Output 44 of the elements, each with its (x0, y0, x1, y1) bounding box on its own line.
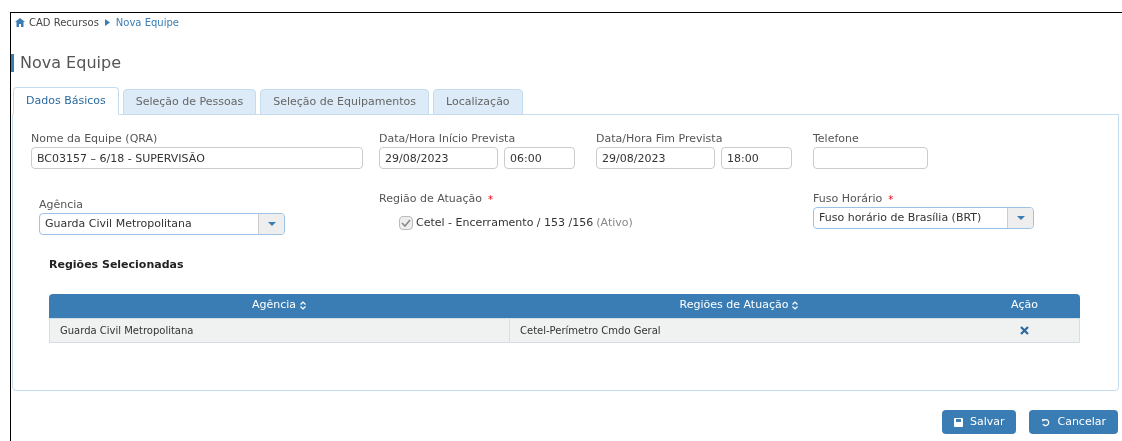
tab[interactable]: Seleção de Pessoas (122, 89, 257, 115)
field-label: Data/Hora Início Prevista (379, 130, 516, 147)
column-header[interactable]: Agência (49, 293, 509, 318)
column-header: Ação (1010, 297, 1039, 314)
field-label: Nome da Equipe (QRA) (31, 130, 158, 147)
input-field[interactable]: 18:00 (721, 147, 792, 169)
input-field[interactable]: 06:00 (504, 147, 575, 169)
field-label: Fuso Horário (813, 190, 883, 207)
home-icon[interactable] (15, 17, 25, 27)
tab[interactable]: Seleção de Equipamentos (260, 89, 429, 115)
save-button[interactable]: Salvar (941, 410, 1017, 434)
caret-icon (267, 222, 276, 226)
input-field[interactable] (813, 147, 928, 169)
cancel-button[interactable]: Cancelar (1029, 410, 1118, 434)
table-cell-text: Cetel-Perímetro Cmdo Geral (519, 323, 662, 338)
page-title: Nova Equipe (20, 52, 121, 74)
column-header[interactable]: Regiões de Atuação (509, 293, 969, 318)
sort-icon[interactable] (792, 301, 799, 310)
tab[interactable]: Dados Básicos (13, 87, 119, 115)
input-field[interactable]: BC03157 – 6/18 - SUPERVISÃO (31, 147, 363, 169)
checkmark-icon (401, 219, 411, 228)
caret-icon (1016, 216, 1025, 220)
field-label: Data/Hora Fim Prevista (596, 130, 723, 147)
separator-icon (104, 18, 110, 26)
undo-icon (1041, 417, 1051, 427)
input-field[interactable]: 29/08/2023 (379, 147, 498, 169)
delete-icon[interactable] (1020, 325, 1029, 335)
tab[interactable]: Localização (433, 89, 523, 115)
field-label: Agência (39, 196, 84, 213)
status-text: (Ativo) (596, 215, 633, 231)
required-mark: * (488, 192, 494, 207)
checkbox[interactable] (399, 216, 413, 231)
section-title: Regiões Selecionadas (49, 257, 185, 273)
dropdown[interactable]: Fuso horário de Brasília (BRT) (813, 207, 1034, 229)
checkbox-label: Cetel - Encerramento / 153 /156 (416, 215, 594, 231)
breadcrumb-link[interactable]: CAD Recursos (29, 14, 99, 30)
sort-icon[interactable] (300, 301, 307, 310)
required-mark: * (888, 192, 894, 207)
field-label: Região de Atuação (379, 190, 483, 207)
breadcrumb-link[interactable]: Nova Equipe (115, 14, 179, 30)
field-label: Telefone (813, 130, 859, 147)
input-field[interactable]: 29/08/2023 (596, 147, 715, 169)
table-cell: Guarda Civil Metropolitana (50, 318, 510, 342)
dropdown[interactable]: Guarda Civil Metropolitana (39, 213, 285, 235)
